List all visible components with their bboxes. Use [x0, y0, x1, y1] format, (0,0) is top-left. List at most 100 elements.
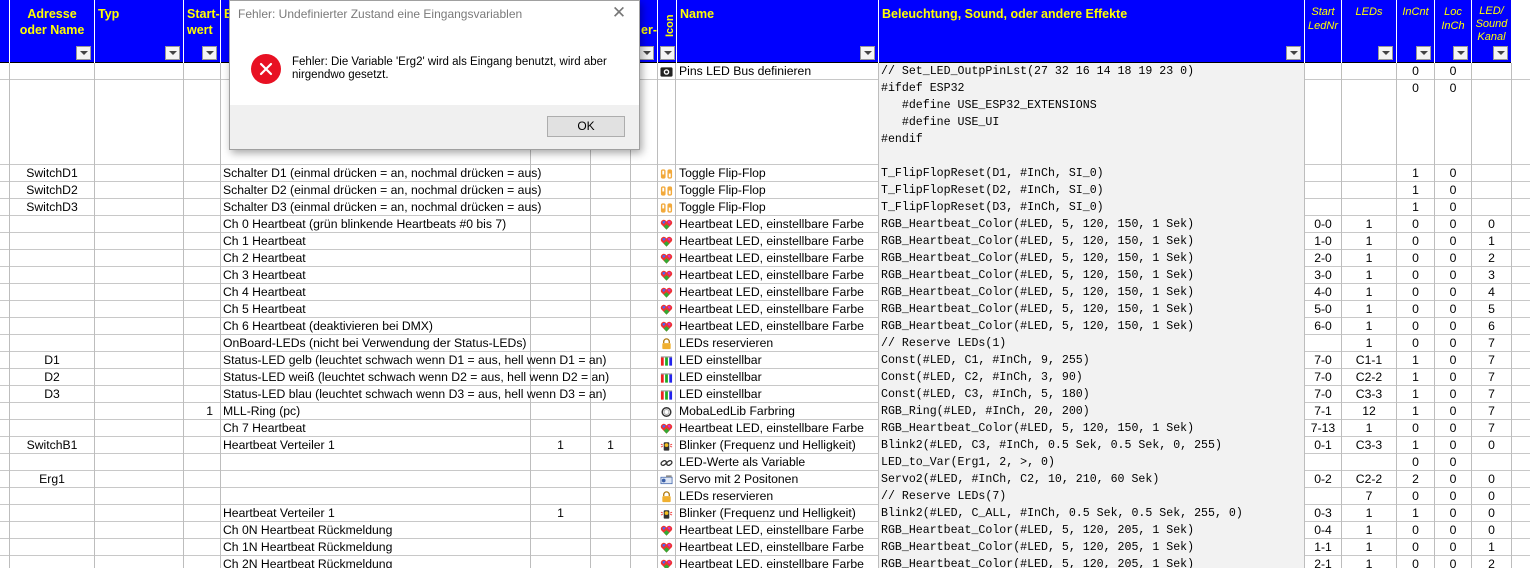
cell-c2[interactable] [591, 165, 631, 182]
cell-sled[interactable]: 6-0 [1305, 318, 1342, 335]
cell-loc[interactable]: 0 [1435, 488, 1472, 505]
header-locinch[interactable]: Loc InCh [1435, 0, 1472, 63]
cell-incnt[interactable]: 0 [1397, 301, 1435, 318]
cell-name[interactable]: LED-Werte als Variable [677, 454, 879, 471]
filter-dropdown-icon[interactable] [639, 46, 654, 60]
cell-beschr[interactable]: Heartbeat Verteiler 1 [221, 437, 531, 454]
cell-c2[interactable] [591, 335, 631, 352]
cell-start[interactable] [184, 182, 221, 199]
cell-kanal[interactable] [1472, 454, 1512, 471]
cell-eff[interactable]: Blink2(#LED, C_ALL, #InCh, 0.5 Sek, 0.5 … [879, 505, 1305, 522]
cell-eff[interactable]: RGB_Heartbeat_Color(#LED, 5, 120, 150, 1… [879, 318, 1305, 335]
cell-sled[interactable] [1305, 182, 1342, 199]
cell-icon[interactable] [658, 182, 676, 199]
cell-c1[interactable] [531, 471, 591, 488]
cell-name[interactable]: LED einstellbar [677, 369, 879, 386]
cell-name[interactable]: Heartbeat LED, einstellbare Farbe [677, 216, 879, 233]
cell-x3[interactable] [631, 420, 658, 437]
cell-name[interactable]: Heartbeat LED, einstellbare Farbe [677, 301, 879, 318]
cell-adr[interactable] [10, 80, 95, 165]
cell-c2[interactable] [591, 216, 631, 233]
cell-name[interactable]: MobaLedLib Farbring [677, 403, 879, 420]
cell-kanal[interactable]: 2 [1472, 556, 1512, 568]
cell-typ[interactable] [95, 454, 184, 471]
cell-adr[interactable] [10, 250, 95, 267]
cell-name[interactable]: LEDs reservieren [677, 488, 879, 505]
cell-c2[interactable] [591, 403, 631, 420]
cell-start[interactable] [184, 199, 221, 216]
cell-rc[interactable] [0, 522, 10, 539]
cell-rc[interactable] [0, 284, 10, 301]
cell-leds[interactable]: 1 [1342, 505, 1397, 522]
cell-icon[interactable] [658, 437, 676, 454]
cell-eff[interactable]: Const(#LED, C3, #InCh, 5, 180) [879, 386, 1305, 403]
cell-kanal[interactable]: 3 [1472, 267, 1512, 284]
cell-x3[interactable] [631, 556, 658, 568]
cell-leds[interactable]: C3-3 [1342, 386, 1397, 403]
cell-sled[interactable]: 0-1 [1305, 437, 1342, 454]
cell-incnt[interactable]: 0 [1397, 63, 1435, 80]
cell-kanal[interactable]: 0 [1472, 505, 1512, 522]
cell-leds[interactable]: 1 [1342, 420, 1397, 437]
cell-sled[interactable] [1305, 454, 1342, 471]
cell-incnt[interactable]: 0 [1397, 488, 1435, 505]
cell-rc[interactable] [0, 233, 10, 250]
cell-sled[interactable]: 0-2 [1305, 471, 1342, 488]
cell-eff[interactable]: LED_to_Var(Erg1, 2, >, 0) [879, 454, 1305, 471]
cell-eff[interactable]: RGB_Ring(#LED, #InCh, 20, 200) [879, 403, 1305, 420]
cell-c2[interactable] [591, 454, 631, 471]
cell-incnt[interactable]: 0 [1397, 80, 1435, 165]
filter-dropdown-icon[interactable] [76, 46, 91, 60]
cell-icon[interactable] [658, 80, 676, 165]
cell-icon[interactable] [658, 301, 676, 318]
cell-icon[interactable] [658, 539, 676, 556]
cell-leds[interactable]: C3-3 [1342, 437, 1397, 454]
cell-c2[interactable] [591, 267, 631, 284]
cell-start[interactable] [184, 233, 221, 250]
header-leds[interactable]: LEDs [1342, 0, 1397, 63]
cell-start[interactable] [184, 250, 221, 267]
cell-icon[interactable] [658, 420, 676, 437]
cell-kanal[interactable]: 0 [1472, 488, 1512, 505]
cell-sled[interactable]: 2-0 [1305, 250, 1342, 267]
cell-c2[interactable] [591, 505, 631, 522]
header-adresse[interactable]: Adresse oder Name [10, 0, 95, 63]
cell-c1[interactable]: 1 [531, 437, 591, 454]
cell-eff[interactable]: Servo2(#LED, #InCh, C2, 10, 210, 60 Sek) [879, 471, 1305, 488]
cell-x3[interactable] [631, 403, 658, 420]
cell-rc[interactable] [0, 471, 10, 488]
cell-eff[interactable]: Const(#LED, C1, #InCh, 9, 255) [879, 352, 1305, 369]
cell-icon[interactable] [658, 556, 676, 568]
cell-icon[interactable] [658, 267, 676, 284]
cell-beschr[interactable] [221, 471, 531, 488]
cell-x3[interactable] [631, 199, 658, 216]
cell-leds[interactable]: 1 [1342, 250, 1397, 267]
cell-icon[interactable] [658, 505, 676, 522]
cell-sled[interactable]: 7-13 [1305, 420, 1342, 437]
cell-leds[interactable] [1342, 80, 1397, 165]
cell-c1[interactable] [531, 488, 591, 505]
cell-kanal[interactable]: 0 [1472, 471, 1512, 488]
cell-rc[interactable] [0, 403, 10, 420]
cell-leds[interactable]: 12 [1342, 403, 1397, 420]
cell-start[interactable] [184, 556, 221, 568]
cell-adr[interactable] [10, 488, 95, 505]
cell-loc[interactable]: 0 [1435, 437, 1472, 454]
cell-beschr[interactable]: Ch 0 Heartbeat (grün blinkende Heartbeat… [221, 216, 531, 233]
cell-adr[interactable]: SwitchB1 [10, 437, 95, 454]
cell-kanal[interactable]: 2 [1472, 250, 1512, 267]
cell-icon[interactable] [658, 63, 676, 80]
cell-icon[interactable] [658, 216, 676, 233]
cell-typ[interactable] [95, 505, 184, 522]
cell-loc[interactable]: 0 [1435, 250, 1472, 267]
cell-eff[interactable]: RGB_Heartbeat_Color(#LED, 5, 120, 205, 1… [879, 539, 1305, 556]
cell-typ[interactable] [95, 556, 184, 568]
cell-sled[interactable] [1305, 80, 1342, 165]
cell-start[interactable] [184, 437, 221, 454]
cell-beschr[interactable]: Ch 2N Heartbeat Rückmeldung [221, 556, 531, 568]
cell-rc[interactable] [0, 63, 10, 80]
cell-leds[interactable]: 1 [1342, 233, 1397, 250]
cell-x3[interactable] [631, 233, 658, 250]
cell-x3[interactable] [631, 301, 658, 318]
cell-beschr[interactable]: Schalter D1 (einmal drücken = an, nochma… [221, 165, 541, 182]
